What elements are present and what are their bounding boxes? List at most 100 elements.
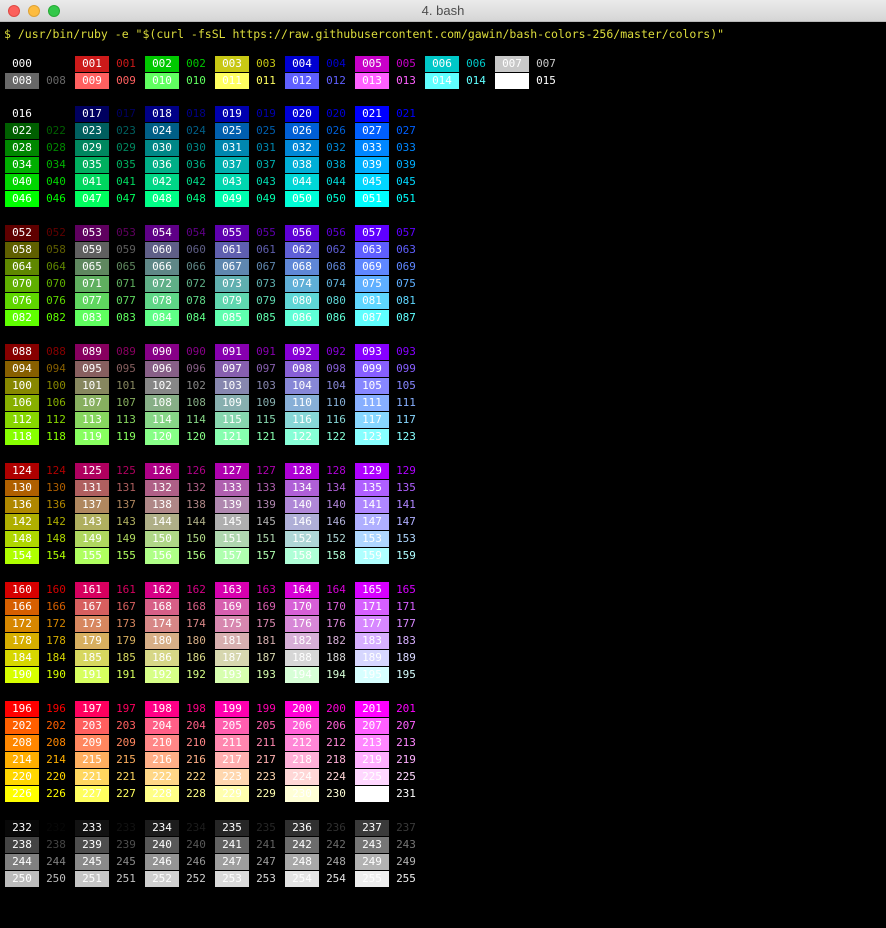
- color-swatch-188: 188: [285, 650, 319, 666]
- color-text-043: 043: [256, 175, 276, 188]
- color-text-036: 036: [186, 158, 206, 171]
- color-swatch-131: 131: [75, 480, 109, 496]
- color-swatch-078: 078: [145, 293, 179, 309]
- color-text-243: 243: [396, 838, 416, 851]
- color-swatch-208: 208: [5, 735, 39, 751]
- color-swatch-087: 087: [355, 310, 389, 326]
- color-swatch-155: 155: [75, 548, 109, 564]
- color-text-071: 071: [116, 277, 136, 290]
- color-swatch-194: 194: [285, 667, 319, 683]
- color-text-142: 142: [46, 515, 66, 528]
- color-text-117: 117: [396, 413, 416, 426]
- color-swatch-072: 072: [145, 276, 179, 292]
- color-swatch-038: 038: [285, 157, 319, 173]
- color-swatch-161: 161: [75, 582, 109, 598]
- color-swatch-024: 024: [145, 123, 179, 139]
- color-swatch-203: 203: [75, 718, 109, 734]
- color-swatch-101: 101: [75, 378, 109, 394]
- color-text-232: 232: [46, 821, 66, 834]
- terminal-output[interactable]: $ /usr/bin/ruby -e "$(curl -fsSL https:/…: [0, 22, 886, 928]
- color-text-031: 031: [256, 141, 276, 154]
- color-text-094: 094: [46, 362, 66, 375]
- color-swatch-239: 239: [75, 837, 109, 853]
- color-text-253: 253: [256, 872, 276, 885]
- color-text-196: 196: [46, 702, 66, 715]
- color-text-126: 126: [186, 464, 206, 477]
- color-text-103: 103: [256, 379, 276, 392]
- color-text-033: 033: [396, 141, 416, 154]
- color-text-187: 187: [256, 651, 276, 664]
- color-swatch-163: 163: [215, 582, 249, 598]
- color-swatch-178: 178: [5, 633, 39, 649]
- color-text-078: 078: [186, 294, 206, 307]
- color-text-219: 219: [396, 753, 416, 766]
- color-swatch-213: 213: [355, 735, 389, 751]
- color-swatch-133: 133: [215, 480, 249, 496]
- color-text-000: 000: [46, 57, 66, 70]
- color-text-005: 005: [396, 57, 416, 70]
- color-swatch-090: 090: [145, 344, 179, 360]
- color-swatch-026: 026: [285, 123, 319, 139]
- color-text-201: 201: [396, 702, 416, 715]
- color-swatch-052: 052: [5, 225, 39, 241]
- color-text-034: 034: [46, 158, 66, 171]
- color-swatch-185: 185: [75, 650, 109, 666]
- color-swatch-034: 034: [5, 157, 39, 173]
- color-swatch-025: 025: [215, 123, 249, 139]
- color-swatch-075: 075: [355, 276, 389, 292]
- color-swatch-145: 145: [215, 514, 249, 530]
- color-text-215: 215: [116, 753, 136, 766]
- color-swatch-221: 221: [75, 769, 109, 785]
- color-text-106: 106: [46, 396, 66, 409]
- color-swatch-012: 012: [285, 73, 319, 89]
- color-text-063: 063: [396, 243, 416, 256]
- color-swatch-219: 219: [355, 752, 389, 768]
- color-text-158: 158: [326, 549, 346, 562]
- color-text-060: 060: [186, 243, 206, 256]
- color-swatch-248: 248: [285, 854, 319, 870]
- color-swatch-065: 065: [75, 259, 109, 275]
- color-text-206: 206: [326, 719, 346, 732]
- color-text-245: 245: [116, 855, 136, 868]
- color-text-159: 159: [396, 549, 416, 562]
- color-swatch-085: 085: [215, 310, 249, 326]
- color-swatch-177: 177: [355, 616, 389, 632]
- color-swatch-054: 054: [145, 225, 179, 241]
- color-swatch-129: 129: [355, 463, 389, 479]
- color-swatch-181: 181: [215, 633, 249, 649]
- color-text-086: 086: [326, 311, 346, 324]
- color-swatch-033: 033: [355, 140, 389, 156]
- color-swatch-190: 190: [5, 667, 39, 683]
- color-text-239: 239: [116, 838, 136, 851]
- color-swatch-232: 232: [5, 820, 39, 836]
- color-swatch-045: 045: [355, 174, 389, 190]
- color-swatch-031: 031: [215, 140, 249, 156]
- color-text-029: 029: [116, 141, 136, 154]
- color-swatch-144: 144: [145, 514, 179, 530]
- color-text-003: 003: [256, 57, 276, 70]
- color-swatch-170: 170: [285, 599, 319, 615]
- color-text-157: 157: [256, 549, 276, 562]
- color-text-236: 236: [326, 821, 346, 834]
- color-swatch-228: 228: [145, 786, 179, 802]
- color-text-197: 197: [116, 702, 136, 715]
- color-text-041: 041: [116, 175, 136, 188]
- color-text-055: 055: [256, 226, 276, 239]
- color-swatch-084: 084: [145, 310, 179, 326]
- color-text-242: 242: [326, 838, 346, 851]
- color-text-246: 246: [186, 855, 206, 868]
- color-text-131: 131: [116, 481, 136, 494]
- color-swatch-049: 049: [215, 191, 249, 207]
- color-swatch-092: 092: [285, 344, 319, 360]
- color-text-151: 151: [256, 532, 276, 545]
- color-swatch-060: 060: [145, 242, 179, 258]
- color-swatch-121: 121: [215, 429, 249, 445]
- color-swatch-115: 115: [215, 412, 249, 428]
- color-text-205: 205: [256, 719, 276, 732]
- color-swatch-116: 116: [285, 412, 319, 428]
- color-swatch-102: 102: [145, 378, 179, 394]
- color-swatch-231: 231: [355, 786, 389, 802]
- title-bar[interactable]: 4. bash: [0, 0, 886, 22]
- color-swatch-253: 253: [215, 871, 249, 887]
- color-text-104: 104: [326, 379, 346, 392]
